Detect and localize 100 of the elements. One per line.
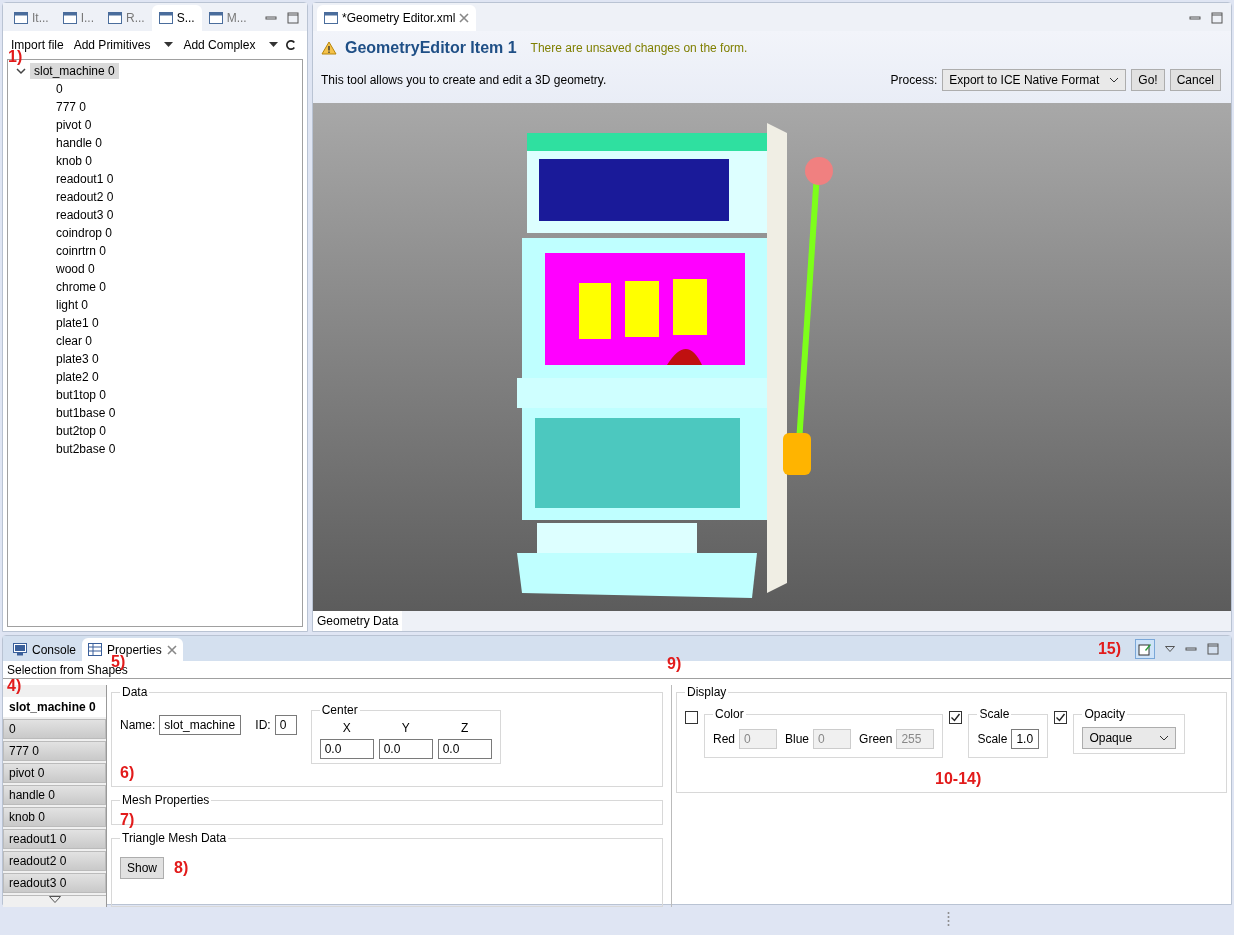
view-tab[interactable]: Console: [7, 638, 83, 661]
shape-list-item[interactable]: handle 0: [3, 785, 106, 805]
form-button[interactable]: Go!: [1131, 69, 1165, 91]
form-button[interactable]: Cancel: [1169, 69, 1221, 91]
shape-list-item[interactable]: readout2 0: [3, 851, 106, 871]
editor-tab[interactable]: *Geometry Editor.xml: [317, 5, 477, 31]
tree-item[interactable]: pivot 0: [52, 117, 96, 133]
input-field[interactable]: slot_machine: [159, 715, 242, 735]
input-field[interactable]: 0: [274, 715, 297, 735]
group-label: Scale: [978, 707, 1011, 721]
view-tab[interactable]: S...: [151, 5, 202, 31]
input-field[interactable]: 0.0: [378, 739, 433, 759]
pencil-icon: [1138, 641, 1152, 656]
axis-label: X: [342, 721, 351, 735]
scroll-down-icon: [48, 896, 61, 903]
shape-list-item[interactable]: 777 0: [3, 741, 106, 761]
axis-label: Z: [461, 721, 469, 735]
caret-icon: [164, 42, 174, 48]
shape-list-item[interactable]: readout3 0: [3, 873, 106, 893]
group-label: Opacity: [1083, 707, 1127, 721]
tree-item[interactable]: knob 0: [52, 153, 97, 169]
dropdown-button[interactable]: Add Primitives: [71, 38, 176, 52]
window-icon: [324, 12, 338, 24]
window-icon: [208, 12, 223, 24]
shape-list-item[interactable]: pivot 0: [3, 763, 106, 783]
tree-item[interactable]: coindrop 0: [52, 225, 117, 241]
grip-icon: [947, 911, 950, 927]
process-dropdown[interactable]: Export to ICE Native Format: [942, 69, 1127, 91]
tree-item[interactable]: wood 0: [52, 261, 99, 277]
tree-item[interactable]: 777 0: [52, 99, 91, 115]
description-text: This tool allows you to create and edit a 3D geometry.: [321, 73, 608, 87]
monitor-icon: [13, 643, 27, 656]
callout-label: 8): [174, 859, 189, 877]
window-icon: [14, 12, 28, 24]
warning-message: There are unsaved changes on the form.: [530, 41, 748, 55]
3d-viewport[interactable]: [313, 103, 1231, 611]
tree-item[interactable]: light 0: [52, 297, 93, 313]
shape-list-item[interactable]: 0: [3, 719, 106, 739]
tree-item[interactable]: but1top 0: [52, 387, 111, 403]
tree-item[interactable]: chrome 0: [52, 279, 111, 295]
shape-list-item[interactable]: knob 0: [3, 807, 106, 827]
checkbox[interactable]: [685, 711, 698, 724]
shape-list-item[interactable]: slot_machine 0: [3, 697, 106, 717]
callout-label: 9): [667, 655, 682, 673]
field-label: Green: [859, 732, 893, 746]
callout-label: 7): [120, 811, 135, 828]
window-icon: [158, 12, 173, 24]
group-label: Center: [320, 703, 359, 717]
view-tab[interactable]: M...: [201, 5, 254, 31]
axis-label: Y: [401, 721, 410, 735]
callout-label: 15): [1097, 639, 1121, 658]
view-tab[interactable]: It...: [7, 5, 56, 31]
view-menu-icon: [1165, 645, 1175, 652]
callout-label: 1): [8, 48, 23, 66]
tree-item[interactable]: readout3 0: [52, 207, 118, 223]
show-button[interactable]: Show: [120, 857, 165, 879]
tree-item[interactable]: but1base 0: [52, 405, 120, 421]
table-icon: [88, 643, 103, 656]
shape-list-item[interactable]: readout1 0: [3, 829, 106, 849]
tree-item[interactable]: readout2 0: [52, 189, 118, 205]
checkbox[interactable]: [949, 711, 963, 724]
maximize-icon: [1207, 642, 1219, 655]
group-label: Triangle Mesh Data: [121, 831, 228, 845]
field-label: Red: [713, 732, 735, 746]
view-tab[interactable]: R...: [101, 5, 152, 31]
opacity-dropdown[interactable]: Opaque: [1082, 727, 1177, 749]
group-label: Display: [686, 685, 728, 699]
callout-label: 4): [7, 677, 22, 695]
field-label: Name:: [120, 718, 156, 732]
tree-item[interactable]: readout1 0: [52, 171, 118, 187]
input-field[interactable]: 0.0: [319, 739, 374, 759]
form-title: GeometryEditor Item 1: [345, 39, 517, 57]
tree-item[interactable]: but2base 0: [52, 441, 120, 457]
input-field[interactable]: 1.0: [1011, 729, 1040, 749]
tree-item[interactable]: handle 0: [52, 135, 107, 151]
callout-label: 10-14): [935, 770, 982, 787]
caret-icon: [269, 42, 279, 48]
field-label: ID:: [255, 718, 271, 732]
editor-page-tab[interactable]: Geometry Data: [313, 611, 403, 631]
warning-icon: [321, 41, 337, 55]
field-label: Blue: [785, 732, 810, 746]
window-icon: [62, 12, 77, 24]
tree-item[interactable]: plate3 0: [52, 351, 103, 367]
dropdown-button[interactable]: Add Complex: [181, 38, 281, 52]
tree-item[interactable]: coinrtrn 0: [52, 243, 111, 259]
tree-item[interactable]: 0: [52, 81, 67, 97]
chevron-icon: [1159, 735, 1170, 741]
group-label: Mesh Properties: [121, 793, 211, 807]
window-icon: [108, 12, 122, 24]
tree-item[interactable]: plate1 0: [52, 315, 103, 331]
close-icon: [166, 644, 177, 655]
tree-item[interactable]: clear 0: [52, 333, 97, 349]
toolbar-button[interactable]: [1135, 638, 1155, 659]
group-label: Data: [121, 685, 149, 699]
tree-item[interactable]: plate2 0: [52, 369, 103, 385]
checkbox[interactable]: [1054, 711, 1068, 724]
tree-item[interactable]: but2top 0: [52, 423, 111, 439]
view-tab[interactable]: I...: [55, 5, 101, 31]
input-field[interactable]: 0.0: [437, 739, 492, 759]
tree-item[interactable]: slot_machine 0: [30, 63, 119, 79]
